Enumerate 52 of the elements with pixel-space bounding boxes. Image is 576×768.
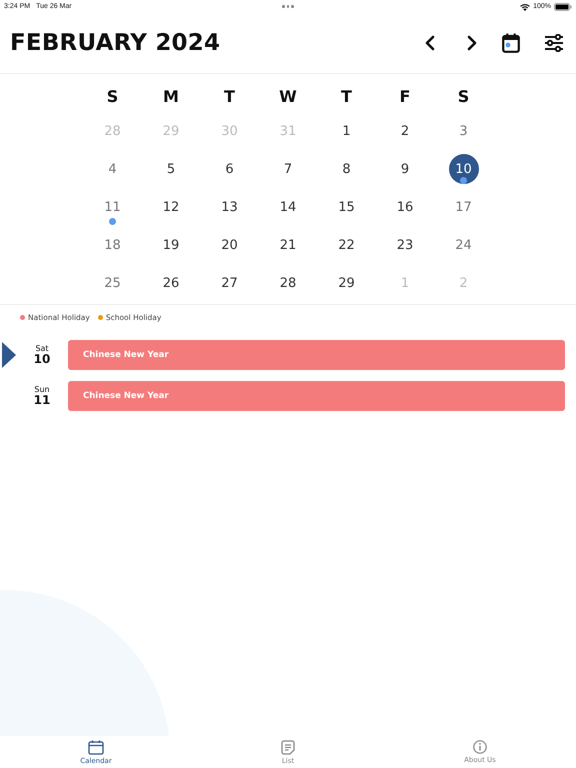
- battery-icon: [554, 2, 572, 10]
- calendar-day[interactable]: 16: [390, 192, 420, 222]
- calendar-day[interactable]: 10: [448, 154, 478, 184]
- calendar-day[interactable]: 8: [332, 154, 362, 184]
- filter-sliders-icon[interactable]: [544, 34, 564, 52]
- calendar-day[interactable]: 26: [156, 268, 186, 298]
- month-title: FEBRUARY 2024: [10, 30, 220, 56]
- calendar-day[interactable]: 25: [98, 268, 128, 298]
- calendar-day[interactable]: 3: [448, 116, 478, 146]
- calendar-day[interactable]: 1: [332, 116, 362, 146]
- weekday-label: M: [163, 86, 179, 108]
- event-day: 11: [34, 394, 50, 406]
- next-month-icon[interactable]: [466, 35, 478, 51]
- calendar-day[interactable]: 29: [332, 268, 362, 298]
- event-weekday: Sun: [34, 386, 50, 394]
- calendar-day[interactable]: 4: [98, 154, 128, 184]
- selected-marker-icon: [2, 342, 16, 368]
- info-icon: [473, 740, 487, 754]
- calendar-day[interactable]: 28: [273, 268, 303, 298]
- weekday-label: F: [400, 86, 410, 108]
- calendar-day[interactable]: 2: [390, 116, 420, 146]
- weekday-label: W: [279, 86, 297, 108]
- multitask-icon: [282, 5, 294, 8]
- weekday-label: T: [341, 86, 352, 108]
- calendar-day[interactable]: 18: [98, 230, 128, 260]
- list-icon: [281, 740, 295, 754]
- calendar-day[interactable]: 19: [156, 230, 186, 260]
- calendar-day[interactable]: 11: [98, 192, 128, 222]
- calendar-day[interactable]: 13: [214, 192, 244, 222]
- calendar-day[interactable]: 27: [214, 268, 244, 298]
- calendar-day[interactable]: 14: [273, 192, 303, 222]
- event-day: 10: [34, 353, 50, 365]
- event-weekday: Sat: [35, 345, 49, 353]
- weekday-label: S: [106, 86, 118, 108]
- previous-month-icon[interactable]: [424, 35, 436, 51]
- calendar-day[interactable]: 21: [273, 230, 303, 260]
- calendar-day[interactable]: 5: [156, 154, 186, 184]
- calendar-day[interactable]: 6: [214, 154, 244, 184]
- today-calendar-icon[interactable]: [502, 33, 520, 53]
- weekday-label: T: [224, 86, 235, 108]
- calendar-day[interactable]: 23: [390, 230, 420, 260]
- calendar-day[interactable]: 17: [448, 192, 478, 222]
- calendar-day[interactable]: 7: [273, 154, 303, 184]
- calendar-day[interactable]: 20: [214, 230, 244, 260]
- calendar-day[interactable]: 15: [332, 192, 362, 222]
- calendar-day[interactable]: 22: [332, 230, 362, 260]
- calendar-icon: [88, 740, 104, 754]
- wifi-icon: [520, 2, 530, 10]
- weekday-label: S: [458, 86, 470, 108]
- calendar-day[interactable]: 12: [156, 192, 186, 222]
- calendar-day[interactable]: 9: [390, 154, 420, 184]
- calendar-day[interactable]: 24: [448, 230, 478, 260]
